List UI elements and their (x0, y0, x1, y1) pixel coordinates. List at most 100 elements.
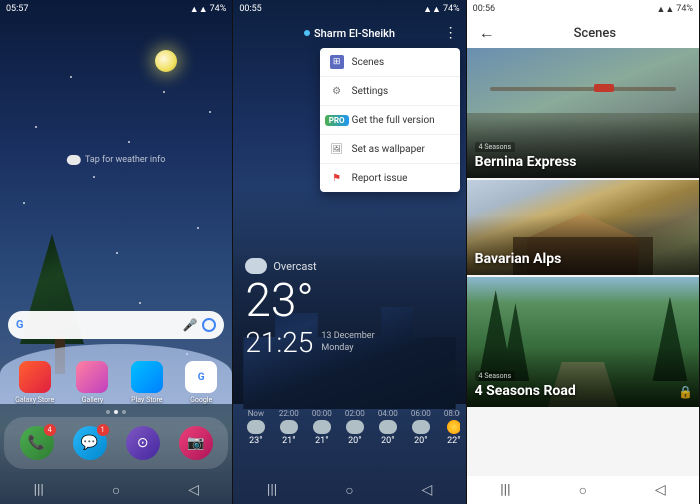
status-time: 05:57 (6, 4, 28, 14)
scene-bernina-labels: 4 Seasons Bernina Express (475, 134, 675, 170)
scenes-menu-label: Scenes (352, 57, 384, 68)
menu-settings[interactable]: ⚙ Settings (320, 77, 460, 106)
gallery-icon (76, 361, 108, 393)
gallery-app[interactable]: Gallery (76, 361, 108, 404)
messages-dock-icon[interactable]: 💬 1 (73, 426, 107, 460)
forecast-time-0200: 02:00 (345, 409, 365, 418)
forecast-0600: 06:00 20° (404, 409, 437, 446)
menu-full-version[interactable]: PRO Get the full version (320, 106, 460, 135)
google-search-bar[interactable]: G 🎤 (8, 311, 224, 339)
dot-2 (114, 410, 118, 414)
dot-1 (106, 410, 110, 414)
phone-dock-icon[interactable]: 📞 4 (20, 426, 54, 460)
forecast-bar: Now 23° 22:00 21° 00:00 21° 02:00 20° 04… (233, 409, 465, 446)
city-location-dot (304, 30, 310, 36)
nav-menu-button[interactable]: ||| (262, 480, 282, 500)
forecast-temp-2200: 21° (282, 436, 295, 446)
nav-bar: ||| ○ ◁ (0, 476, 232, 504)
google-logo: G (16, 318, 30, 332)
google-app[interactable]: G Google (185, 361, 217, 404)
galaxy-store-icon (19, 361, 51, 393)
temperature-display: 23° (245, 278, 453, 324)
menu-scenes[interactable]: ⊞ Scenes (320, 48, 460, 77)
play-store-app[interactable]: Play Store (131, 361, 163, 404)
forecast-time-0400: 04:00 (378, 409, 398, 418)
gallery-label: Gallery (82, 396, 103, 404)
forecast-now: Now 23° (239, 409, 272, 446)
camera-dock-icon[interactable]: 📷 (179, 426, 213, 460)
scene-4seasons-lock: 🔒 (678, 385, 693, 399)
time-display: 21:25 (245, 326, 313, 359)
weather-tap-text: Tap for weather info (85, 155, 165, 165)
lens-icon[interactable] (202, 318, 216, 332)
back-button[interactable]: ← (475, 19, 499, 47)
galaxy-store-app[interactable]: Galaxy Store (15, 361, 54, 404)
date-line2: Monday (321, 342, 374, 355)
forecast-temp-0000: 21° (315, 436, 328, 446)
menu-report-issue[interactable]: ⚑ Report issue (320, 164, 460, 192)
nav-menu-button[interactable]: ||| (29, 480, 49, 500)
weather-tap-hint[interactable]: Tap for weather info (67, 155, 165, 165)
mic-icon[interactable]: 🎤 (184, 318, 196, 332)
nav-bar: ||| ○ ◁ (233, 476, 465, 504)
forecast-time-0000: 00:00 (312, 409, 332, 418)
status-signal: ▲▲ (656, 4, 674, 15)
google-label: Google (190, 396, 212, 404)
scene-4seasons-tag: 4 Seasons (475, 371, 515, 381)
menu-set-wallpaper[interactable]: 🖼 Set as wallpaper (320, 135, 460, 164)
forecast-2200: 22:00 21° (272, 409, 305, 446)
wallpaper-menu-icon: 🖼 (330, 142, 344, 156)
scene-4seasons-name: 4 Seasons Road (475, 383, 675, 399)
pro-menu-icon: PRO (330, 113, 344, 127)
settings-menu-icon: ⚙ (330, 84, 344, 98)
nav-back-button[interactable]: ◁ (650, 480, 670, 500)
scene-card-bernina[interactable]: 4 Seasons Bernina Express (467, 48, 699, 178)
nav-home-button[interactable]: ○ (106, 480, 126, 500)
nav-back-button[interactable]: ◁ (184, 480, 204, 500)
scene-bernina-name: Bernina Express (475, 154, 675, 170)
forecast-icon-2200 (280, 420, 298, 434)
scenes-menu-icon: ⊞ (330, 55, 344, 69)
nav-home-button[interactable]: ○ (339, 480, 359, 500)
forecast-icon-0200 (346, 420, 364, 434)
home-screen-panel: 05:57 ▲▲ 74% Tap for weather info G 🎤 Ga… (0, 0, 233, 504)
settings-menu-label: Settings (352, 86, 389, 97)
weather-header: Sharm El-Sheikh ⋮ (233, 18, 465, 48)
nav-menu-button[interactable]: ||| (495, 480, 515, 500)
full-version-label: Get the full version (352, 115, 435, 126)
scenes-panel: 00:56 ▲▲ 74% ← Scenes 4 Seasons (467, 0, 700, 504)
scenes-header: ← Scenes (467, 18, 699, 48)
forecast-temp-0600: 20° (414, 436, 427, 446)
bixby-dock-icon[interactable]: ⊙ (126, 426, 160, 460)
forecast-0000: 00:00 21° (305, 409, 338, 446)
app-dock: 📞 4 💬 1 ⊙ 📷 (4, 417, 228, 469)
nav-home-button[interactable]: ○ (573, 480, 593, 500)
status-battery: 74% (210, 4, 227, 14)
scene-card-bavarian[interactable]: Bavarian Alps (467, 180, 699, 275)
scene-card-4seasons[interactable]: 4 Seasons 4 Seasons Road 🔒 (467, 277, 699, 407)
nav-back-button[interactable]: ◁ (417, 480, 437, 500)
status-bar: 00:56 ▲▲ 74% (467, 0, 699, 18)
status-bar: 00:55 ▲▲ 74% (233, 0, 465, 18)
forecast-temp-now: 23° (249, 436, 262, 446)
forecast-time-now: Now (248, 409, 264, 418)
status-time: 00:56 (473, 4, 495, 14)
status-right: ▲▲ 74% (190, 4, 227, 15)
status-signal: ▲▲ (423, 4, 441, 15)
nav-bar: ||| ○ ◁ (467, 476, 699, 504)
status-left: 00:56 (473, 4, 495, 14)
forecast-temp-0400: 20° (381, 436, 394, 446)
forecast-time-2200: 22:00 (279, 409, 299, 418)
menu-dots-button[interactable]: ⋮ (444, 25, 458, 41)
forecast-temp-0800: 22° (447, 436, 460, 446)
messages-badge: 1 (97, 424, 109, 436)
forecast-icon-0600 (412, 420, 430, 434)
scene-4seasons-labels: 4 Seasons 4 Seasons Road (475, 363, 675, 399)
condition-text: Overcast (273, 260, 316, 273)
status-battery: 74% (676, 4, 693, 14)
date-line1: 13 December (321, 330, 374, 343)
forecast-temp-0200: 20° (348, 436, 361, 446)
status-right: ▲▲ 74% (423, 4, 460, 15)
set-wallpaper-label: Set as wallpaper (352, 144, 425, 155)
play-store-label: Play Store (131, 396, 162, 404)
